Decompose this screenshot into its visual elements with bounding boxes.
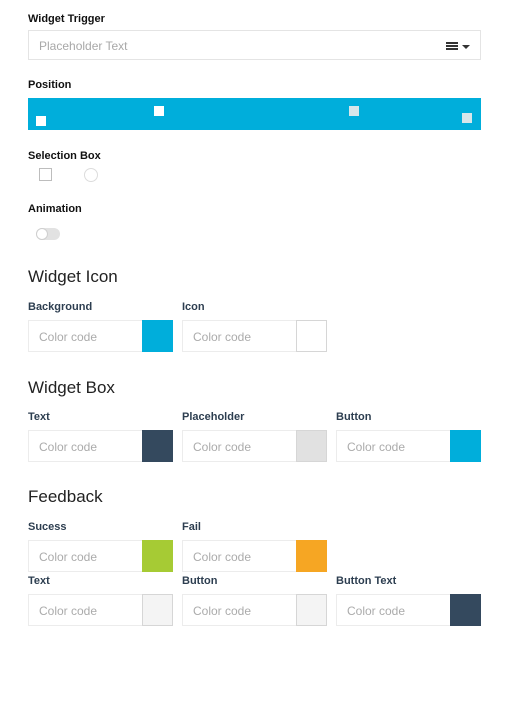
feedback-button-color-field[interactable]: Color code [182, 594, 327, 626]
background-color-field[interactable]: Color code [28, 320, 173, 352]
widget-trigger-placeholder: Placeholder Text [39, 39, 128, 53]
background-color-swatch[interactable] [142, 320, 173, 352]
position-point-top-right-center[interactable] [349, 106, 359, 116]
icon-color-input[interactable]: Color code [193, 330, 251, 344]
text-color-label: Text [28, 411, 50, 423]
widget-trigger-select[interactable]: Placeholder Text [28, 30, 481, 60]
widget-trigger-label: Widget Trigger [28, 13, 105, 25]
text-color-field[interactable]: Color code [28, 430, 173, 462]
animation-label: Animation [28, 203, 82, 215]
placeholder-color-swatch[interactable] [296, 430, 327, 462]
fail-color-input[interactable]: Color code [193, 550, 251, 564]
animation-toggle[interactable] [36, 228, 60, 240]
widget-box-heading: Widget Box [28, 378, 115, 397]
fail-color-field[interactable]: Color code [182, 540, 327, 572]
text-color-input[interactable]: Color code [39, 440, 97, 454]
feedback-button-text-color-field[interactable]: Color code [336, 594, 481, 626]
toggle-knob [36, 228, 48, 240]
position-point-right[interactable] [462, 113, 472, 123]
button-color-input[interactable]: Color code [347, 440, 405, 454]
success-color-input[interactable]: Color code [39, 550, 97, 564]
success-color-field[interactable]: Color code [28, 540, 173, 572]
position-label: Position [28, 79, 72, 91]
selection-checkbox[interactable] [39, 168, 52, 181]
feedback-text-color-input[interactable]: Color code [39, 604, 97, 618]
position-point-top-left-center[interactable] [154, 106, 164, 116]
icon-color-swatch[interactable] [296, 320, 327, 352]
fail-color-label: Fail [182, 521, 201, 533]
feedback-button-text-color-input[interactable]: Color code [347, 604, 405, 618]
feedback-button-text-color-swatch[interactable] [450, 594, 481, 626]
button-color-swatch[interactable] [450, 430, 481, 462]
feedback-text-color-label: Text [28, 575, 50, 587]
icon-color-field[interactable]: Color code [182, 320, 327, 352]
feedback-button-color-label: Button [182, 575, 218, 587]
placeholder-color-input[interactable]: Color code [193, 440, 251, 454]
selection-box-label: Selection Box [28, 150, 101, 162]
placeholder-color-field[interactable]: Color code [182, 430, 327, 462]
position-point-bottom-left[interactable] [36, 116, 46, 126]
text-color-swatch[interactable] [142, 430, 173, 462]
button-color-label: Button [336, 411, 372, 423]
fail-color-swatch[interactable] [296, 540, 327, 572]
selection-radio[interactable] [84, 168, 98, 182]
feedback-button-text-color-label: Button Text [336, 575, 397, 587]
position-bar[interactable] [28, 98, 481, 130]
success-color-label: Sucess [28, 521, 67, 533]
background-label: Background [28, 301, 93, 313]
success-color-swatch[interactable] [142, 540, 173, 572]
icon-color-label: Icon [182, 301, 205, 313]
feedback-heading: Feedback [28, 487, 103, 506]
button-color-field[interactable]: Color code [336, 430, 481, 462]
background-color-input[interactable]: Color code [39, 330, 97, 344]
feedback-text-color-swatch[interactable] [142, 594, 173, 626]
feedback-button-color-input[interactable]: Color code [193, 604, 251, 618]
feedback-text-color-field[interactable]: Color code [28, 594, 173, 626]
placeholder-color-label: Placeholder [182, 411, 245, 423]
menu-icon [446, 42, 458, 50]
feedback-button-color-swatch[interactable] [296, 594, 327, 626]
caret-down-icon[interactable] [462, 45, 470, 49]
widget-icon-heading: Widget Icon [28, 267, 118, 286]
